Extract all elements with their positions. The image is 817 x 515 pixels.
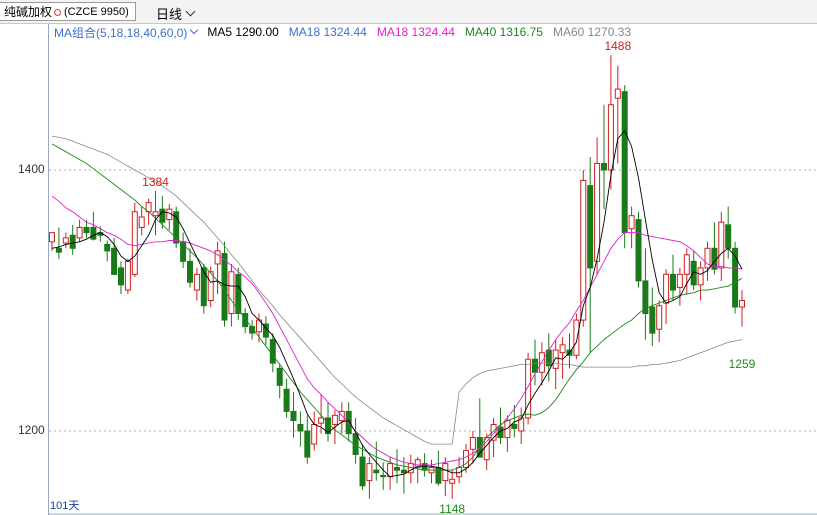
candle-body xyxy=(601,162,607,171)
candle-body xyxy=(214,250,221,265)
candle-body xyxy=(331,414,338,425)
candle-body xyxy=(228,271,235,315)
candle-body xyxy=(587,185,594,269)
candle-body xyxy=(338,410,345,422)
candle-body xyxy=(269,339,276,364)
candle-body xyxy=(200,267,207,307)
candle-body xyxy=(138,216,145,228)
candle-body xyxy=(124,260,131,291)
candle-body xyxy=(49,232,55,243)
candle-body xyxy=(76,226,83,239)
candle-body xyxy=(118,267,124,286)
candle-body xyxy=(311,423,318,445)
candle-body xyxy=(152,211,159,217)
candle-body xyxy=(304,430,311,458)
candle-body xyxy=(69,234,76,249)
candle-body xyxy=(366,463,373,482)
candle-body xyxy=(739,300,745,308)
candle-body xyxy=(594,162,601,262)
candle-body xyxy=(469,437,476,450)
candle-body xyxy=(552,349,559,369)
price-annotation-1259: 1259 xyxy=(729,357,756,371)
candle-body xyxy=(676,273,683,288)
candle-body xyxy=(621,91,628,234)
candle-body xyxy=(83,226,90,234)
bar-count-label: 101天 xyxy=(50,500,80,512)
candlestick-chart: 1384 1148 1488 1259 xyxy=(49,39,817,515)
candle-body xyxy=(187,260,193,283)
candle-body xyxy=(683,254,690,275)
candle-body xyxy=(663,273,670,304)
price-annotation-1148: 1148 xyxy=(439,502,465,515)
candle-body xyxy=(580,179,587,321)
candle-body xyxy=(359,456,366,487)
candle-body xyxy=(573,319,580,356)
candle-body xyxy=(400,469,407,474)
candle-body xyxy=(283,388,290,412)
candle-body xyxy=(511,423,518,429)
candle-body xyxy=(242,313,249,328)
candle-body xyxy=(104,243,111,252)
candle-body xyxy=(690,260,697,286)
candle-body xyxy=(732,247,739,308)
candle-body xyxy=(725,224,732,249)
candle-body xyxy=(131,211,138,275)
candle-body xyxy=(111,247,118,275)
candle-body xyxy=(614,88,621,99)
candle-body xyxy=(318,417,325,424)
candle-body xyxy=(297,423,304,432)
price-annotation-1384: 1384 xyxy=(142,175,169,189)
candle-body xyxy=(55,247,62,253)
candle-body xyxy=(221,253,228,321)
candle-body xyxy=(394,467,400,471)
candle-body xyxy=(649,306,656,334)
candle-body xyxy=(159,208,166,223)
candle-body xyxy=(373,469,380,474)
candle-body xyxy=(628,215,635,230)
candle-body xyxy=(442,463,449,482)
candle-body xyxy=(559,344,566,354)
candle-body xyxy=(193,273,200,291)
candle-body xyxy=(718,221,725,269)
candle-body xyxy=(670,273,676,291)
candle-body xyxy=(290,410,297,422)
candle-body xyxy=(697,267,704,286)
price-annotation-1488: 1488 xyxy=(604,39,631,53)
candle-body xyxy=(207,271,214,302)
candle-body xyxy=(276,367,283,386)
candle-body xyxy=(380,474,387,478)
candle-body xyxy=(607,104,614,171)
candle-body xyxy=(62,237,69,244)
candle-body xyxy=(656,305,663,330)
candle-body xyxy=(449,478,456,484)
candle-body xyxy=(90,226,97,240)
candle-body xyxy=(635,219,642,282)
